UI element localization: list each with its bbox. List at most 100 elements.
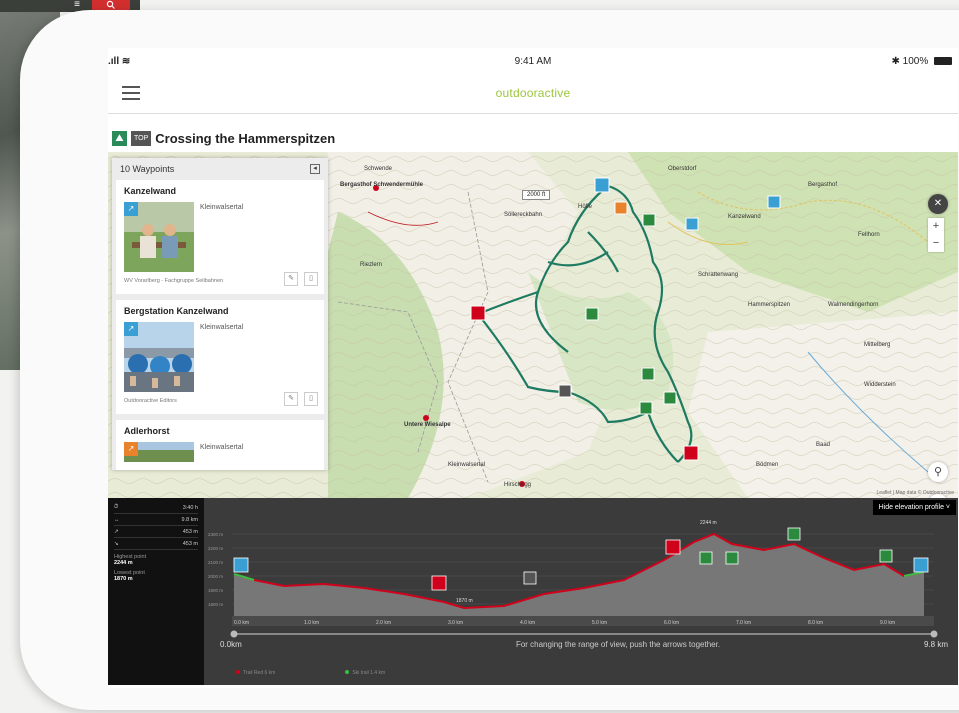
map-label: Bergasthof	[808, 182, 838, 188]
x-tick: 1.0 km	[304, 620, 319, 626]
stat-duration: ⏱ 3:40 h	[114, 502, 198, 514]
range-handle-end[interactable]	[930, 630, 938, 638]
legend-item: Trail Red 6 km	[236, 670, 275, 676]
x-tick: 9.0 km	[880, 620, 895, 626]
x-tick: 4.0 km	[520, 620, 535, 626]
zoom-control: + −	[928, 218, 944, 252]
range-hint: For changing the range of view, push the…	[515, 640, 721, 649]
range-handle-start[interactable]	[230, 630, 238, 638]
waypoints-header: 10 Waypoints ◂	[112, 158, 328, 180]
map-label: Walmendingerhorn	[828, 302, 879, 308]
status-time: 9:41 AM	[514, 56, 552, 67]
tablet-device: .ıll ≋ 9:41 AM ✱ 100% outdooractive ⛰ TO…	[20, 10, 959, 710]
low-label: 1870 m	[456, 598, 473, 604]
zoom-in-icon[interactable]: +	[928, 218, 944, 235]
map-label: Hammerspitzen	[748, 302, 791, 308]
waypoint-name: Kanzelwand	[124, 186, 177, 196]
waypoint-card[interactable]: Adlerhorst ↗ Kleinwalsertal	[116, 420, 324, 470]
battery-icon	[934, 57, 952, 66]
waypoint-name: Bergstation Kanzelwand	[124, 306, 229, 316]
edit-icon[interactable]: ✎	[284, 392, 298, 406]
page-title: Crossing the Hammerspitzen	[155, 130, 336, 146]
hiking-icon: ⛰	[112, 130, 127, 146]
peak-marker-icon[interactable]	[725, 551, 739, 565]
gallery-icon: ↗	[124, 202, 138, 216]
y-tick: 1900 m	[208, 588, 223, 593]
y-tick: 2300 m	[208, 532, 223, 537]
app-screen: .ıll ≋ 9:41 AM ✱ 100% outdooractive ⛰ TO…	[108, 48, 958, 688]
info-icon[interactable]: ▯	[304, 392, 318, 406]
distance-icon: ↔	[114, 516, 120, 523]
battery-status: ✱ 100%	[891, 56, 952, 67]
edit-icon[interactable]: ✎	[284, 272, 298, 286]
elevation-chart[interactable]: 0.0 km 1.0 km 2.0 km 3.0 km 4.0 km 5.0 k…	[204, 498, 958, 638]
restaurant-marker-icon[interactable]	[665, 539, 681, 555]
end-marker-icon[interactable]	[913, 557, 929, 573]
start-marker-icon[interactable]	[233, 557, 249, 573]
map-label: Fellhorn	[858, 232, 880, 238]
map-label: Widderstein	[864, 382, 896, 388]
waypoint-region: Kleinwalsertal	[200, 324, 244, 331]
waypoint-card[interactable]: Kanzelwand ↗ Kleinwalsertal WV Vorarlber…	[116, 180, 324, 294]
map-label: Kanzelwand	[728, 214, 761, 220]
peak-marker-icon[interactable]	[787, 527, 801, 541]
map-copyright: Leaflet | Map data © Outdooractive	[876, 490, 954, 496]
map-label: Höfle	[578, 204, 593, 210]
stat-value: 453 m	[182, 540, 198, 547]
gallery-icon: ↗	[124, 442, 138, 456]
range-end-label: 9.8 km	[923, 640, 948, 649]
photo-credit: WV Vorarlberg - Fachgruppe Seilbahnen	[124, 278, 224, 284]
y-tick: 1800 m	[208, 602, 223, 607]
stat-distance: ↔ 9.8 km	[114, 514, 198, 526]
peak-marker-icon[interactable]	[699, 551, 713, 565]
waypoint-card[interactable]: Bergstation Kanzelwand ↗ Kleinwalsertal …	[116, 300, 324, 414]
x-tick: 5.0 km	[592, 620, 607, 626]
background-menu-icon[interactable]: ≡	[62, 0, 92, 10]
photo-credit: Outdooractive Editors	[124, 398, 177, 404]
waypoint-photo: ↗	[124, 442, 194, 462]
waypoint-region: Kleinwalsertal	[200, 204, 244, 211]
waypoints-panel: 10 Waypoints ◂ Kanzelwand ↗ Kleinwalsert…	[112, 158, 328, 470]
brand-logo[interactable]: outdooractive	[108, 86, 958, 100]
map-label: Oberstdorf	[668, 166, 697, 172]
map-label: Schwende	[364, 166, 393, 172]
map-label: Mittelberg	[864, 342, 891, 348]
waypoint-photo: ↗	[124, 322, 194, 392]
app-header: outdooractive	[108, 74, 958, 114]
hut-marker-icon[interactable]	[431, 575, 447, 591]
stat-ascent: ↗ 453 m	[114, 526, 198, 538]
map-scale: 2000 ft	[522, 190, 551, 200]
battery-percent: 100%	[902, 56, 929, 67]
close-map-icon[interactable]: ✕	[928, 194, 948, 214]
map-label: Hirschegg	[504, 482, 532, 488]
clock-icon: ⏱	[114, 504, 119, 510]
range-start-label: 0.0km	[220, 640, 242, 649]
map-label: Bergasthof Schwendermühle	[340, 182, 424, 188]
y-tick: 2100 m	[208, 560, 223, 565]
map-label: Schrattenwang	[698, 272, 739, 278]
background-search-icon[interactable]	[92, 0, 130, 10]
y-tick: 2000 m	[208, 574, 223, 579]
lowest-value: 1870 m	[114, 576, 133, 582]
map-label: Bödmen	[756, 462, 779, 468]
x-tick: 0.0 km	[234, 620, 249, 626]
waypoint-name: Adlerhorst	[124, 426, 170, 436]
peak-marker-icon[interactable]	[879, 549, 893, 563]
status-bar: .ıll ≋ 9:41 AM ✱ 100%	[108, 56, 958, 70]
collapse-panel-icon[interactable]: ◂	[310, 164, 320, 174]
legend-label: Trail Red 6 km	[243, 670, 276, 676]
y-tick: 2200 m	[208, 546, 223, 551]
waypoint-region: Kleinwalsertal	[200, 444, 244, 451]
waypoint-photo: ↗	[124, 202, 194, 272]
zoom-out-icon[interactable]: −	[928, 235, 944, 252]
shelter-marker-icon[interactable]	[523, 571, 537, 585]
bike-layer-icon[interactable]: ⚲	[928, 462, 948, 482]
topo-map[interactable]: Schwende Bergasthof Schwendermühle Sölle…	[108, 152, 958, 498]
elevation-panel: ⏱ 3:40 h ↔ 9.8 km ↗ 453 m ↘ 453 m Highest po…	[108, 498, 958, 685]
bluetooth-icon: ✱	[891, 56, 900, 67]
top-badge: TOP	[131, 130, 152, 146]
descent-icon: ↘	[114, 540, 119, 547]
x-tick: 7.0 km	[736, 620, 751, 626]
info-icon[interactable]: ▯	[304, 272, 318, 286]
tour-title-bar: ⛰ TOP Crossing the Hammerspitzen	[112, 128, 512, 148]
